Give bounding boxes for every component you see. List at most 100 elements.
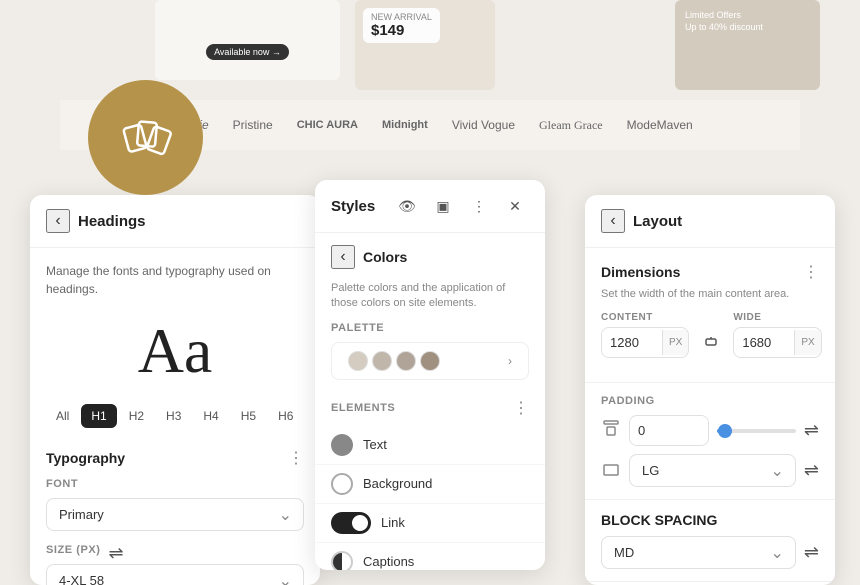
typography-section-header: Typography ⋮ [46,448,304,468]
color-swatch-2 [372,351,392,371]
block-spacing-select[interactable]: MD SM LG XL [601,536,796,569]
dim-title-row: Dimensions ⋮ [601,262,819,282]
padding-adjust-icon[interactable]: ⇌ [804,420,819,441]
panel-header-left: ‹ Headings [30,195,320,248]
palette-row[interactable]: › [331,342,529,380]
typography-sample: Aa [46,314,304,388]
price-value: $149 [371,22,432,39]
content-label: CONTENT [601,312,689,323]
layout-title: Layout [633,213,682,230]
close-icon[interactable]: ✕ [501,192,529,220]
colors-header: ‹ Colors [315,233,545,281]
padding-top-icon [601,419,621,442]
background-element-icon [331,473,353,495]
back-button-left[interactable]: ‹ [46,209,70,233]
font-select-wrapper: Primary Secondary Custom [46,498,304,531]
element-row-background[interactable]: Background [315,465,545,504]
colors-title: Colors [363,249,407,265]
brand-vivid-vogue: Vivid Vogue [452,118,515,132]
tab-h6[interactable]: H6 [268,404,303,428]
block-spacing-select-row: MD SM LG XL ⇌ [601,536,819,569]
size-label: SIZE (PX) [46,544,100,556]
element-row-captions[interactable]: Captions [315,543,545,570]
block-spacing-section: BLOCK SPACING MD SM LG XL ⇌ [585,500,835,582]
block-spacing-title: BLOCK SPACING [601,512,717,528]
wide-link-icon[interactable] [830,328,835,356]
dimensions-section: Dimensions ⋮ Set the width of the main c… [585,248,835,383]
wide-input-wrap: PX [733,327,821,358]
typography-more-icon[interactable]: ⋮ [288,448,304,468]
link-element-icon [331,512,371,534]
styles-panel: Styles 👁 ▣ ⋮ ✕ ‹ Colors Palette colors a… [315,180,545,570]
heading-tabs: All H1 H2 H3 H4 H5 H6 [46,404,304,428]
brand-modemaven: ModeMaven [627,118,693,132]
price-badge: NEW ARRIVAL $149 [363,8,440,43]
heading-panel-title: Headings [78,213,146,230]
content-input[interactable] [602,328,662,357]
elements-more-icon[interactable]: ⋮ [513,398,529,418]
block-spacing-select-wrapper: MD SM LG XL [601,536,796,569]
tab-h4[interactable]: H4 [193,404,228,428]
captions-element-icon [331,551,353,570]
back-button-middle[interactable]: ‹ [331,245,355,269]
colors-description: Palette colors and the application of th… [315,281,545,322]
palette-label: PALETTE [315,322,545,342]
back-button-right[interactable]: ‹ [601,209,625,233]
available-badge: Available now → [206,44,289,60]
tab-all[interactable]: All [46,404,79,428]
preview-card-2: NEW ARRIVAL $149 [355,0,495,90]
block-spacing-adjust-icon[interactable]: ⇌ [804,542,819,563]
brand-gleam-grace: Gleam Grace [539,118,603,133]
elements-header: ELEMENTS ⋮ [315,390,545,426]
background-element-label: Background [363,476,432,491]
size-section: SIZE (PX) ⇌ 4-XL 58 3-XL 48 2-XL 36 [46,543,304,585]
element-row-link[interactable]: Link [315,504,545,543]
tab-h1[interactable]: H1 [81,404,116,428]
palette-chevron-icon: › [508,354,512,368]
tab-h2[interactable]: H2 [119,404,154,428]
size-adjust-icon[interactable]: ⇌ [108,543,123,564]
tab-h5[interactable]: H5 [231,404,266,428]
dimensions-title: Dimensions [601,264,680,280]
history-icon[interactable]: ▣ [429,192,457,220]
preview-card-1: Available now → [155,0,340,80]
brand-midnight: Midnight [382,119,428,131]
wide-label: WIDE [733,312,821,323]
typography-title: Typography [46,450,125,466]
tab-h3[interactable]: H3 [156,404,191,428]
more-icon[interactable]: ⋮ [465,192,493,220]
dimensions-more-icon[interactable]: ⋮ [803,262,819,282]
font-section: FONT Primary Secondary Custom [46,478,304,531]
dim-row: CONTENT PX WIDE PX [601,312,819,358]
palette-icon [116,108,176,168]
header-icons: 👁 ▣ ⋮ ✕ [393,192,529,220]
layout-header: ‹ Layout [585,195,835,248]
content-link-icon[interactable] [697,328,725,356]
element-row-text[interactable]: Text [315,426,545,465]
padding-section: PADDING px ⇌ LG MD SM [585,383,835,500]
padding-row-top: px ⇌ [601,415,819,446]
wide-input[interactable] [734,328,794,357]
brand-pristine: Pristine [233,118,273,132]
padding-size-adjust-icon[interactable]: ⇌ [804,460,819,481]
font-label: FONT [46,478,304,490]
text-element-label: Text [363,437,387,452]
logo-circle [88,80,203,195]
wide-unit: PX [794,330,820,355]
styles-title: Styles [331,198,375,215]
elements-label: ELEMENTS [331,402,395,414]
eye-icon[interactable]: 👁 [393,192,421,220]
padding-input[interactable] [630,416,709,445]
preview-card-3: Limited OffersUp to 40% discount [675,0,820,90]
size-select-wrapper: 4-XL 58 3-XL 48 2-XL 36 [46,564,304,585]
content-input-wrap: PX [601,327,689,358]
padding-input-wrap: px [629,415,709,446]
typography-panel: ‹ Headings Manage the fonts and typograp… [30,195,320,585]
size-row: SIZE (PX) ⇌ [46,543,304,564]
slider-thumb [718,424,732,438]
font-select[interactable]: Primary Secondary Custom [46,498,304,531]
size-select[interactable]: 4-XL 58 3-XL 48 2-XL 36 [46,564,304,585]
padding-slider[interactable] [717,429,795,433]
padding-size-select[interactable]: LG MD SM XL [629,454,796,487]
heading-description: Manage the fonts and typography used on … [46,262,304,298]
